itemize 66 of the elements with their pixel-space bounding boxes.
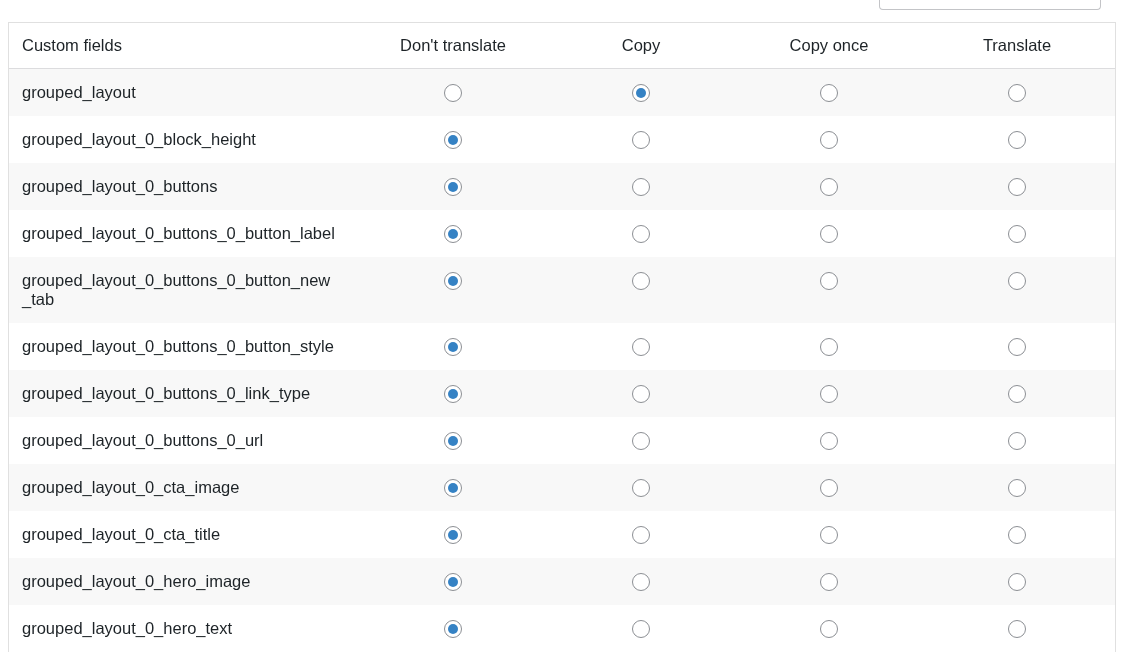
radio-button[interactable] <box>820 432 838 450</box>
field-name: grouped_layout_0_buttons_0_button_new_tab <box>20 270 332 310</box>
field-name: grouped_layout_0_buttons_0_url <box>21 430 265 451</box>
radio-button[interactable] <box>632 385 650 403</box>
field-name: grouped_layout_0_buttons_0_link_type <box>21 383 312 404</box>
radio-button[interactable] <box>1008 225 1026 243</box>
radio-button[interactable] <box>1008 432 1026 450</box>
field-name: grouped_layout_0_cta_image <box>21 477 241 498</box>
search-field[interactable] <box>879 0 1101 10</box>
column-header: Copy <box>620 36 662 55</box>
column-header: Copy once <box>788 36 870 55</box>
radio-button[interactable] <box>1008 479 1026 497</box>
column-header: Custom fields <box>21 36 123 55</box>
radio-button[interactable] <box>444 338 462 356</box>
radio-button[interactable] <box>444 432 462 450</box>
radio-button[interactable] <box>1008 272 1026 290</box>
radio-button[interactable] <box>1008 573 1026 591</box>
field-name: grouped_layout_0_buttons_0_button_label <box>21 223 336 244</box>
radio-button[interactable] <box>632 338 650 356</box>
radio-button[interactable] <box>444 225 462 243</box>
radio-button[interactable] <box>820 573 838 591</box>
radio-button[interactable] <box>444 573 462 591</box>
radio-button[interactable] <box>1008 84 1026 102</box>
radio-button[interactable] <box>444 620 462 638</box>
field-name: grouped_layout <box>21 82 137 103</box>
radio-button[interactable] <box>1008 338 1026 356</box>
radio-button[interactable] <box>632 479 650 497</box>
radio-button[interactable] <box>632 131 650 149</box>
radio-button[interactable] <box>444 84 462 102</box>
radio-button[interactable] <box>632 272 650 290</box>
radio-button[interactable] <box>1008 620 1026 638</box>
radio-button[interactable] <box>820 178 838 196</box>
radio-button[interactable] <box>632 573 650 591</box>
field-name: grouped_layout_0_buttons <box>21 176 219 197</box>
column-header: Don't translate <box>399 36 507 55</box>
radio-button[interactable] <box>444 526 462 544</box>
radio-button[interactable] <box>1008 178 1026 196</box>
radio-button[interactable] <box>820 620 838 638</box>
radio-button[interactable] <box>632 84 650 102</box>
radio-button[interactable] <box>632 178 650 196</box>
radio-button[interactable] <box>444 272 462 290</box>
radio-button[interactable] <box>444 178 462 196</box>
radio-button[interactable] <box>444 385 462 403</box>
column-header: Translate <box>981 36 1053 55</box>
radio-button[interactable] <box>1008 131 1026 149</box>
radio-button[interactable] <box>820 479 838 497</box>
radio-button[interactable] <box>632 432 650 450</box>
radio-button[interactable] <box>820 526 838 544</box>
radio-button[interactable] <box>632 620 650 638</box>
field-name: grouped_layout_0_hero_text <box>21 618 234 639</box>
radio-button[interactable] <box>632 225 650 243</box>
radio-button[interactable] <box>1008 526 1026 544</box>
radio-button[interactable] <box>820 131 838 149</box>
radio-button[interactable] <box>820 272 838 290</box>
radio-button[interactable] <box>820 338 838 356</box>
radio-button[interactable] <box>820 385 838 403</box>
field-name: grouped_layout_0_block_height <box>21 129 257 150</box>
radio-button[interactable] <box>632 526 650 544</box>
field-name: grouped_layout_0_cta_title <box>21 524 222 545</box>
field-name: grouped_layout_0_hero_image <box>21 571 252 592</box>
radio-button[interactable] <box>820 84 838 102</box>
radio-button[interactable] <box>820 225 838 243</box>
radio-button[interactable] <box>1008 385 1026 403</box>
field-name: grouped_layout_0_buttons_0_button_style <box>21 336 335 357</box>
radio-button[interactable] <box>444 131 462 149</box>
radio-button[interactable] <box>444 479 462 497</box>
